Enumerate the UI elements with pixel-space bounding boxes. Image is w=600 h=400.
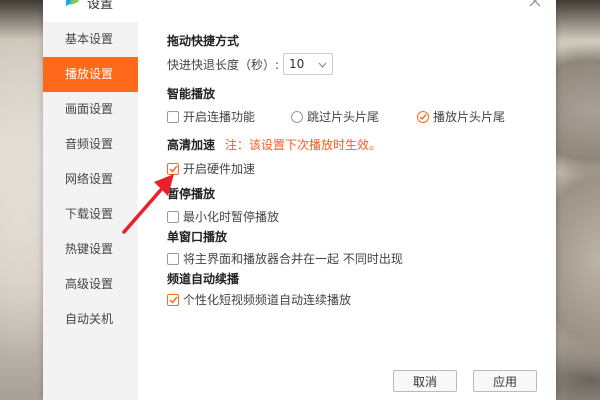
section-title-channel: 频道自动续播 [167, 272, 240, 286]
section-title-shortcut: 拖动快捷方式 [167, 34, 240, 48]
single-option-merge[interactable]: 将主界面和播放器合并在一起 不同时出现 [167, 250, 403, 267]
section-title-hd: 高清加速 [167, 138, 216, 152]
channel-option-autoplay[interactable]: 个性化短视频频道自动连续播放 [167, 291, 351, 308]
play-intro-label: 播放片头片尾 [433, 110, 506, 124]
check-icon [419, 113, 427, 120]
play-intro-radio[interactable] [417, 110, 429, 123]
seek-length-label: 快进快退长度（秒）: [167, 57, 280, 72]
hardware-accel-label: 开启硬件加速 [183, 162, 256, 176]
red-arrow-annotation [122, 174, 174, 234]
section-title-smart: 智能播放 [167, 87, 216, 101]
merge-window-label: 将主界面和播放器合并在一起 不同时出现 [183, 252, 403, 266]
skip-intro-label: 跳过片头片尾 [307, 110, 380, 124]
minimize-pause-label: 最小化时暂停播放 [183, 210, 280, 224]
hd-note: 注：该设置下次播放时生效。 [225, 138, 382, 152]
sidebar-item-advanced[interactable]: 高级设置 [43, 267, 138, 302]
sidebar-item-basic[interactable]: 基本设置 [43, 22, 138, 57]
check-icon [168, 296, 178, 304]
channel-autoplay-checkbox[interactable] [167, 293, 179, 306]
seek-length-row: 快进快退长度（秒）: 10 [167, 53, 334, 75]
autoplay-checkbox[interactable] [167, 110, 179, 123]
sidebar-item-picture[interactable]: 画面设置 [43, 92, 138, 127]
channel-autoplay-label: 个性化短视频频道自动连续播放 [183, 293, 352, 307]
seek-length-value: 10 [289, 57, 305, 71]
merge-window-checkbox[interactable] [167, 252, 179, 265]
cancel-button[interactable]: 取消 [393, 370, 457, 392]
apply-button[interactable]: 应用 [473, 370, 537, 392]
autoplay-label: 开启连播功能 [183, 110, 256, 124]
skip-intro-radio[interactable] [291, 110, 303, 123]
window-title: 设置 [87, 0, 114, 12]
hd-section-header: 高清加速 注：该设置下次播放时生效。 [167, 136, 381, 153]
sidebar-item-auto-shutdown[interactable]: 自动关机 [43, 302, 138, 337]
chevron-down-icon [318, 57, 327, 71]
watermark-url: jingyan.baidu.com [460, 357, 544, 367]
smart-option-autoplay[interactable]: 开启连播功能 [167, 108, 255, 125]
smart-option-skip[interactable]: 跳过片头片尾 [291, 108, 379, 125]
sidebar-item-audio[interactable]: 音频设置 [43, 127, 138, 162]
seek-length-select[interactable]: 10 [283, 53, 334, 75]
sidebar-item-playback[interactable]: 播放设置 [43, 57, 138, 92]
smart-option-play[interactable]: 播放片头片尾 [417, 108, 505, 125]
video-logo-icon [63, 0, 83, 8]
